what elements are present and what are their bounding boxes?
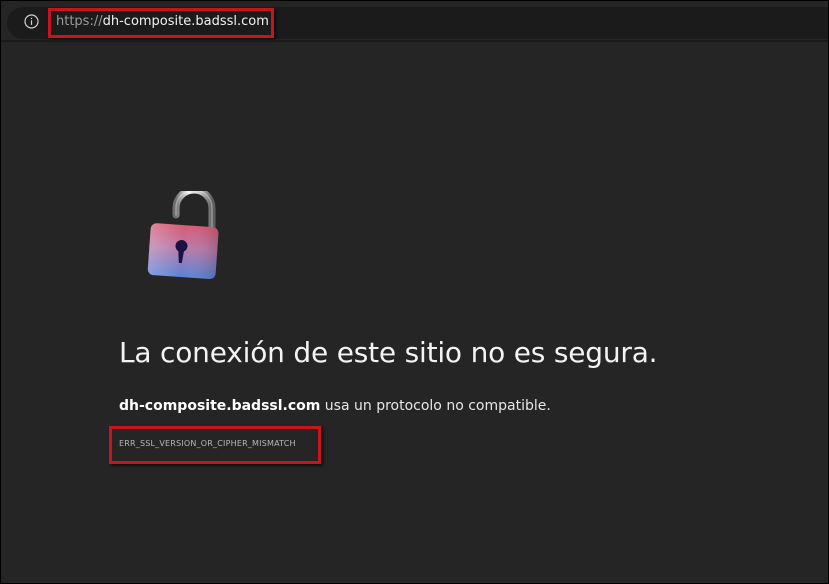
browser-toolbar: https://dh-composite.badssl.com	[1, 1, 828, 42]
error-description: dh-composite.badssl.com usa un protocolo…	[119, 396, 551, 416]
info-icon[interactable]	[24, 14, 39, 29]
browser-window: https://dh-composite.badssl.com La conex…	[0, 0, 829, 584]
broken-lock-icon	[147, 191, 219, 280]
error-host: dh-composite.badssl.com	[119, 398, 321, 414]
error-message: usa un protocolo no compatible.	[320, 398, 551, 414]
error-code-highlight-box	[109, 426, 321, 464]
toolbar-divider	[1, 40, 828, 42]
url-highlight-box	[48, 8, 274, 38]
error-title: La conexión de este sitio no es segura.	[119, 336, 658, 369]
